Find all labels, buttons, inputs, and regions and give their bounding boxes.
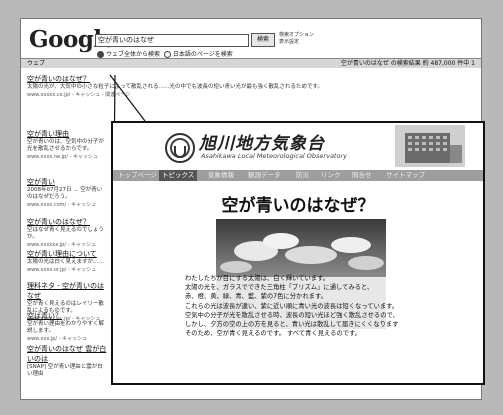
nav-contact[interactable]: 問合せ — [349, 170, 375, 181]
observatory-page-inset: 旭川地方気象台 Asahikawa Local Meteorological O… — [111, 121, 485, 385]
article-line: わたしたちが目にする太陽は、白く輝いています。 — [185, 275, 330, 282]
page-heading: 空が青いのはなぜ？ — [221, 196, 375, 216]
site-subtitle: Asahikawa Local Meteorological Observato… — [201, 152, 347, 160]
nav-sitemap[interactable]: サイトマップ — [383, 170, 428, 181]
article-line: 太陽の光を、ガラスでできた三角柱「プリズム」に通してみると、 — [185, 284, 374, 292]
article-line: しかし、夕方の空の上の方を見ると、青い光は散乱して届きにくくなります — [185, 321, 399, 329]
nav-disaster[interactable]: 防災 — [293, 170, 312, 181]
article-line: これらの光は波長が違い、紫に近い順に青い光の波長は短くなっています。 — [185, 302, 399, 310]
article-line: そのため、空が青く見えるのです。 すべて青く見えるのです。 — [185, 330, 361, 338]
site-title: 旭川地方気象台 — [199, 134, 325, 154]
nav-links[interactable]: リンク — [318, 170, 344, 181]
nav-topics[interactable]: トピックス — [159, 170, 198, 181]
nav-weather-info[interactable]: 気象情報 — [205, 170, 237, 181]
nav-observation-data[interactable]: 観測データ — [245, 170, 284, 181]
observatory-logo-icon — [165, 133, 195, 163]
article-line: 赤、橙、黄、緑、青、藍、紫の7色に分かれます。 — [185, 293, 327, 301]
site-nav: トップページ トピックス 気象情報 観測データ 防災 リンク 問合せ サイトマッ… — [113, 170, 483, 181]
article-line: 空気中の分子が光を散乱させる時、波長の短い光ほど強く散乱させるので、 — [185, 311, 399, 319]
building-photo — [395, 125, 465, 167]
nav-top[interactable]: トップページ — [115, 170, 160, 181]
article-body: わたしたちが目にする太陽は、白く輝いています。 太陽の光を、ガラスでできた三角柱… — [185, 274, 481, 338]
site-banner: 旭川地方気象台 Asahikawa Local Meteorological O… — [113, 123, 483, 169]
